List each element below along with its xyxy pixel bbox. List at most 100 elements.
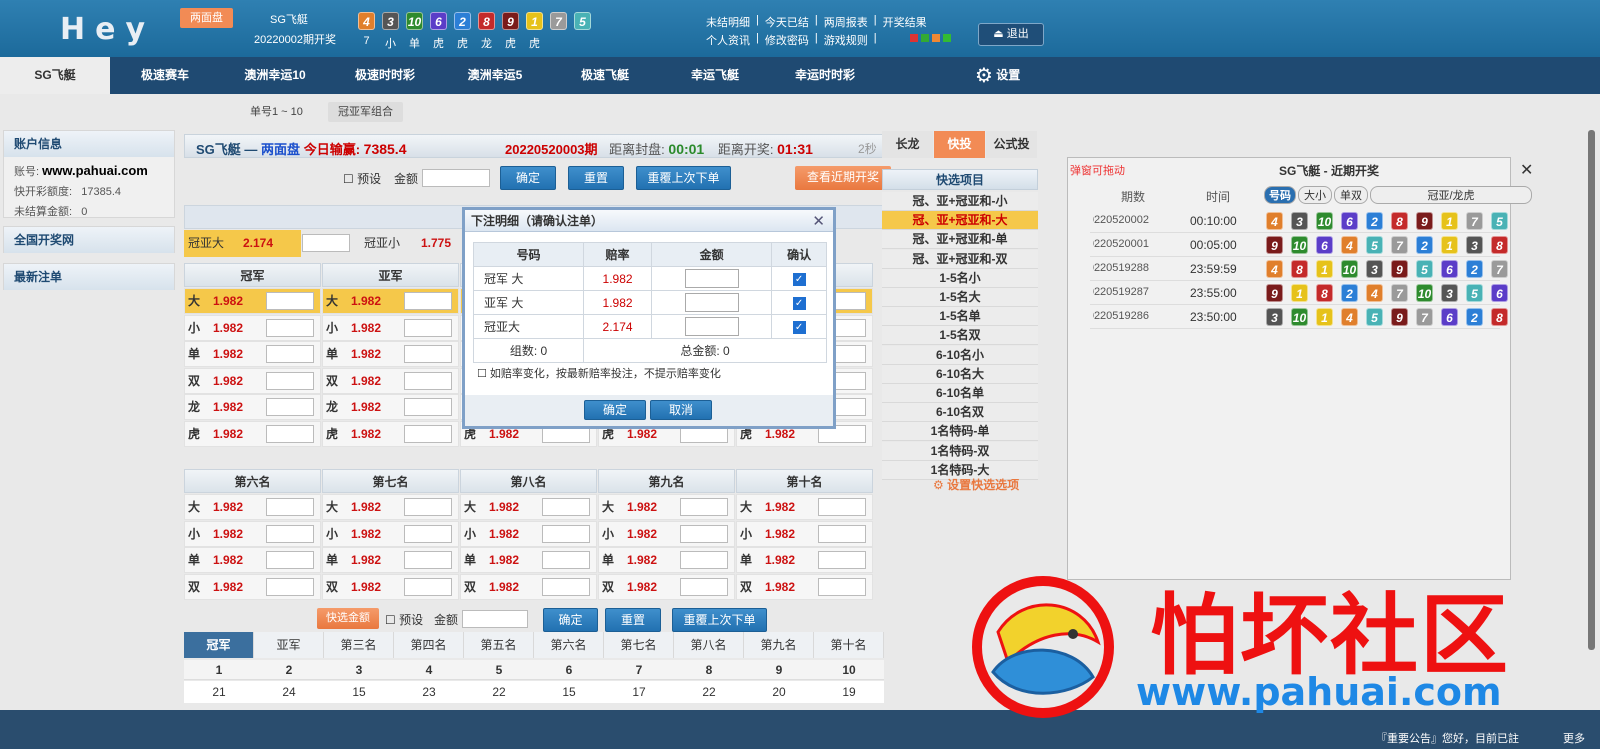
bet-amount-input[interactable] [818,577,866,596]
results-tab[interactable]: 冠军 [184,632,254,658]
right-tab[interactable]: 快投 [934,131,985,158]
results-tab[interactable]: 第七名 [604,632,674,658]
header-link[interactable]: 游戏规则 [824,32,868,48]
reset-button-bottom[interactable]: 重置 [605,608,661,632]
confirm-button[interactable]: 确定 [500,166,556,190]
modal-amount-input[interactable] [684,317,739,336]
modal-ok-button[interactable]: 确定 [584,400,646,420]
results-tab[interactable]: 第六名 [534,632,604,658]
bet-amount-input[interactable] [404,292,452,310]
bet-amount-input[interactable] [818,551,866,569]
bet-amount-input[interactable] [266,498,314,516]
bet-amount-input[interactable] [404,498,452,516]
footer-more-link[interactable]: 更多 [1563,730,1585,746]
results-site-link[interactable]: 全国开奖网 [3,226,175,253]
nav-tab[interactable]: 极速飞艇 [550,57,660,94]
quick-item[interactable]: 冠、亚+冠亚和-双 [882,249,1038,269]
page-scrollbar[interactable] [1588,130,1595,650]
bet-amount-input[interactable] [542,551,590,569]
bet-amount-input[interactable] [818,524,866,543]
quick-item[interactable]: 1名特码-单 [882,422,1038,442]
footer-notice[interactable]: 『重要公告』您好，目前已註 [1376,730,1519,746]
repeat-last-button[interactable]: 重覆上次下单 [636,166,731,190]
bet-amount-input[interactable] [266,524,314,543]
modal-amount-input[interactable] [684,269,739,288]
quick-amount-button[interactable]: 快选金额 [317,608,379,629]
settings-button[interactable]: ⚙ 设置 [975,63,1020,88]
bet-amount-input[interactable] [404,345,452,363]
preset-checkbox-bottom[interactable]: ☐ 预设 [385,611,423,628]
results-tab[interactable]: 第三名 [324,632,394,658]
header-link[interactable]: 开奖结果 [883,14,927,30]
preset-checkbox[interactable]: ☐ 预设 [343,170,381,187]
header-link[interactable]: 今天已结 [765,14,809,30]
quick-item[interactable]: 1-5名单 [882,307,1038,327]
amount-input-bottom[interactable] [462,610,528,628]
quick-item[interactable]: 冠、亚+冠亚和-小 [882,192,1038,211]
results-tab[interactable]: 亚军 [254,632,324,658]
nav-tab[interactable]: 澳洲幸运10 [220,57,330,94]
quick-item[interactable]: 1-5名双 [882,326,1038,346]
results-tab[interactable]: 第四名 [394,632,464,658]
amount-input[interactable] [422,169,490,187]
header-link[interactable]: 修改密码 [765,32,809,48]
bet-amount-input[interactable] [266,424,314,443]
subtab-single-number[interactable]: 单号1 ~ 10 [240,102,313,122]
recent-tab[interactable]: 单双 [1334,186,1368,204]
bet-amount-input[interactable] [818,498,866,516]
refresh-interval[interactable]: 2秒 [858,140,877,157]
nav-tab[interactable]: 幸运飞艇 [660,57,770,94]
bet-amount-input[interactable] [266,577,314,596]
bet-amount-input[interactable] [266,551,314,569]
quick-item[interactable]: 6-10名单 [882,384,1038,403]
bet-amount-input[interactable] [266,292,314,310]
bet-amount-input[interactable] [542,498,590,516]
results-tab[interactable]: 第八名 [674,632,744,658]
bet-amount-input[interactable] [542,524,590,543]
recent-tab[interactable]: 冠亚/龙虎 [1370,186,1532,204]
quick-item[interactable]: 冠、亚+冠亚和-大 [882,211,1038,231]
subtab-two-sides[interactable]: 两面盘 [180,8,233,28]
quick-item[interactable]: 1名特码-双 [882,441,1038,461]
nav-tab[interactable]: 幸运时时彩 [770,57,880,94]
view-recent-button[interactable]: 查看近期开奖 [795,166,891,190]
bet-confirm-modal[interactable]: 下注明细（请确认注单） ✕ 号码 赔率 金额 确认 冠军 大 1.982 ✓ 亚军 大 1.… [462,207,836,429]
confirm-checkbox[interactable]: ✓ [792,321,806,334]
bet-amount-input[interactable] [404,551,452,569]
confirm-checkbox[interactable]: ✓ [792,273,806,286]
bet-amount-input[interactable] [266,371,314,390]
close-icon[interactable]: ✕ [1520,160,1533,180]
odds-change-checkbox[interactable]: ☐ 如赔率变化，按最新赔率投注，不提示赔率变化 [477,365,721,381]
quick-settings-link[interactable]: ⚙ 设置快选选项 [933,476,1019,493]
bet-amount-input[interactable] [680,577,728,596]
confirm-checkbox[interactable]: ✓ [792,297,806,310]
quick-item[interactable]: 6-10名双 [882,403,1038,423]
nav-tab[interactable]: 极速时时彩 [330,57,440,94]
quick-item[interactable]: 6-10名小 [882,345,1038,365]
results-tab[interactable]: 第五名 [464,632,534,658]
header-link[interactable]: 两周报表 [824,14,868,30]
recent-tab[interactable]: 号码 [1264,186,1296,204]
bet-amount-input[interactable] [680,524,728,543]
bet-amount-input[interactable] [404,577,452,596]
quick-item[interactable]: 1-5名大 [882,288,1038,307]
header-link[interactable]: 未结明细 [706,14,750,30]
quick-item[interactable]: 1-5名小 [882,268,1038,288]
bet-amount-input[interactable] [542,577,590,596]
bet-amount-input[interactable] [404,424,452,443]
nav-tab[interactable]: SG飞艇 [0,57,110,94]
modal-amount-input[interactable] [684,293,739,312]
bet-amount-input[interactable] [266,398,314,416]
right-tab[interactable]: 公式投 [986,131,1037,158]
latest-bets-link[interactable]: 最新注单 [3,263,175,290]
bet-amount-input[interactable] [404,371,452,390]
bet-amount-input[interactable] [680,498,728,516]
right-tab[interactable]: 长龙 [882,131,933,158]
gy-big-input[interactable] [302,234,350,252]
nav-tab[interactable]: 极速赛车 [110,57,220,94]
reset-button[interactable]: 重置 [568,166,624,190]
modal-cancel-button[interactable]: 取消 [650,400,712,420]
quick-item[interactable]: 6-10名大 [882,364,1038,384]
bet-amount-input[interactable] [404,398,452,416]
header-link[interactable]: 个人资讯 [706,32,750,48]
